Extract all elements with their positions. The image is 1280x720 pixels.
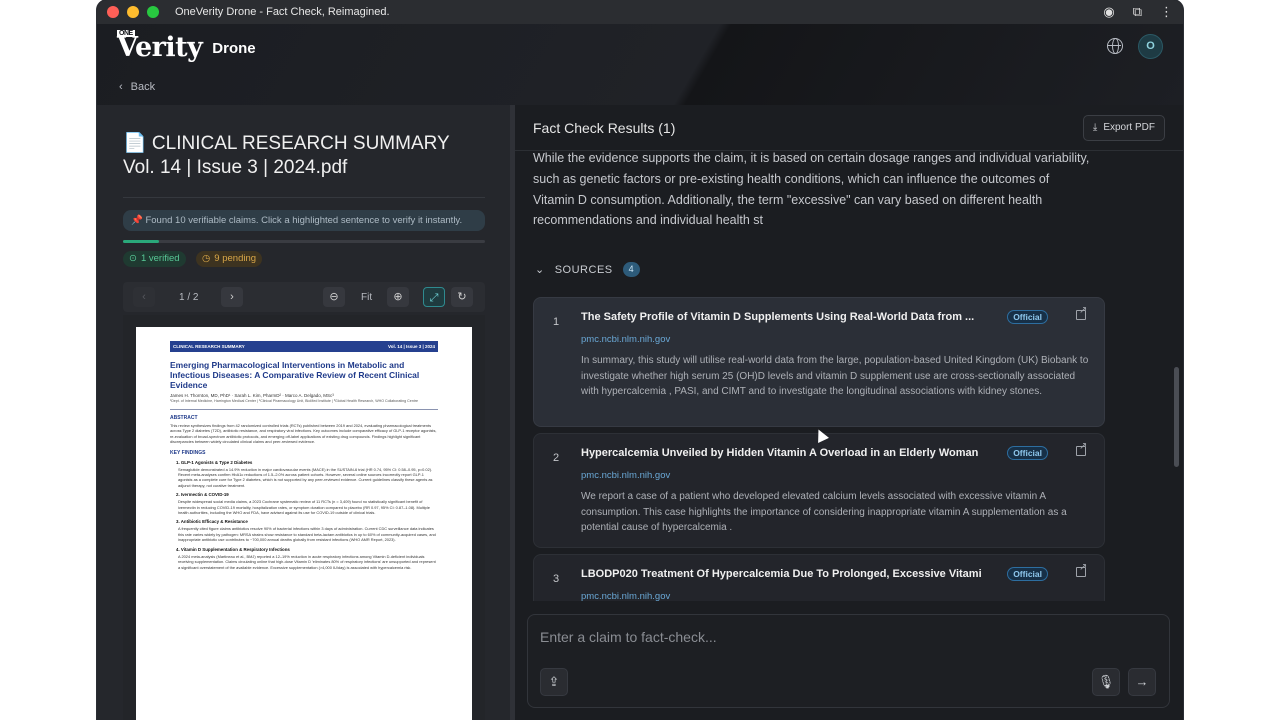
pdf-page[interactable]: CLINICAL RESEARCH SUMMARY Vol. 14 | Issue… [136,327,472,720]
zoom-in-button[interactable]: ⊕ [387,287,409,307]
download-icon: ⤓ [1092,122,1098,133]
pdf-key-findings-heading: KEY FINDINGS [170,449,206,456]
page-indicator: 1 / 2 [179,292,199,303]
sources-toggle[interactable]: ⌄ SOURCES 4 [535,262,640,277]
export-pdf-button[interactable]: ⤓ Export PDF [1082,115,1165,141]
external-link-icon[interactable] [1076,441,1087,456]
results-header: Fact Check Results (1) ⤓ Export PDF [515,105,1183,151]
sources-count-badge: 4 [622,262,640,277]
source-url[interactable]: pmc.ncbi.nlm.nih.gov [581,470,670,481]
mic-icon: 🎙 [1097,674,1115,689]
refresh-icon: ↻ [457,291,467,303]
source-card[interactable]: 1 The Safety Profile of Vitamin D Supple… [533,297,1105,427]
external-link-icon[interactable] [1076,562,1087,577]
source-card[interactable]: 2 Hypercalcemia Unveiled by Hidden Vitam… [533,433,1105,548]
pdf-header-band: CLINICAL RESEARCH SUMMARY Vol. 14 | Issue… [170,341,438,352]
source-number: 1 [553,316,560,328]
results-scrollbar[interactable] [1174,367,1179,467]
divider [123,197,485,198]
pdf-finding-heading: 3. Antibiotic Efficacy & Resistance [176,519,248,525]
expand-icon: ⤢ [429,292,439,304]
claims-found-banner: 📌 Found 10 verifiable claims. Click a hi… [123,210,485,231]
source-number: 2 [553,452,560,464]
fit-button[interactable]: Fit [361,292,372,303]
source-card[interactable]: 3 LBODP020 Treatment Of Hypercalcemia Du… [533,554,1105,601]
source-excerpt: We report a case of a patient who develo… [581,491,1067,533]
source-excerpt: In summary, this study will utilise real… [581,355,1089,397]
results-panel[interactable]: While the evidence supports the claim, i… [515,151,1183,601]
pdf-finding-text[interactable]: A 2024 meta-analysis (Martineau et al., … [170,554,438,570]
source-title[interactable]: Hypercalcemia Unveiled by Hidden Vitamin… [581,447,981,459]
verification-progress [123,240,485,243]
claim-input[interactable] [540,629,1140,645]
pdf-heading: Emerging Pharmacological Interventions i… [170,360,420,390]
external-link-icon[interactable] [1076,305,1087,320]
document-title: 📄 CLINICAL RESEARCH SUMMARY Vol. 14 | Is… [123,133,450,178]
upload-button[interactable]: ⇪ [540,668,568,696]
official-badge: Official [1007,310,1048,324]
zoom-out-icon: ⊖ [329,291,339,303]
pdf-rule [170,409,438,410]
pdf-viewer[interactable]: CLINICAL RESEARCH SUMMARY Vol. 14 | Issue… [123,315,485,720]
pdf-abstract-heading: ABSTRACT [170,415,198,421]
source-title[interactable]: The Safety Profile of Vitamin D Suppleme… [581,311,981,323]
mic-button[interactable]: 🎙 [1092,668,1120,696]
next-page-button[interactable]: › [221,287,243,307]
official-badge: Official [1007,567,1048,581]
pdf-finding-text[interactable]: A frequently cited figure claims antibio… [170,526,438,542]
pdf-finding-text[interactable]: Semaglutide demonstrated a 14.9% reducti… [170,467,438,489]
pending-badge: ◷ 9 pending [196,251,263,267]
pdf-affiliations: ¹Dept. of Internal Medicine, Harrington … [170,399,418,403]
check-circle-icon: ⊙ [129,253,137,264]
refresh-button[interactable]: ↻ [451,287,473,307]
zoom-out-button[interactable]: ⊖ [323,287,345,307]
zoom-in-icon: ⊕ [393,291,403,303]
source-url[interactable]: pmc.ncbi.nlm.nih.gov [581,334,670,345]
send-icon: → [1135,674,1149,689]
prev-page-button[interactable]: ‹ [133,287,155,307]
pdf-abstract: This review synthesizes findings from 42… [170,423,437,445]
pdf-toolbar: ‹ 1 / 2 › ⊖ Fit ⊕ ⤢ ↻ [123,282,485,312]
progress-fill [123,240,160,243]
expand-button[interactable]: ⤢ [423,287,445,307]
claim-composer: ⇪ 🎙 → [527,614,1170,708]
pdf-finding-heading: 4. Vitamin D Supplementation & Respirato… [176,546,290,552]
source-url[interactable]: pmc.ncbi.nlm.nih.gov [581,591,670,601]
upload-icon: ⇪ [548,674,560,689]
send-button[interactable]: → [1128,668,1156,696]
source-title[interactable]: LBODP020 Treatment Of Hypercalcemia Due … [581,568,981,580]
pdf-finding-heading: 1. GLP-1 Agonists & Type 2 Diabetes [176,459,253,465]
result-explanation: While the evidence supports the claim, i… [533,151,1090,228]
pdf-finding-heading: 2. Ivermectin & COVID-19 [176,492,229,498]
clock-icon: ◷ [202,253,211,264]
pdf-finding-text[interactable]: Despite widespread social media claims, … [170,499,438,515]
pdf-authors: James H. Thornton, MD, PhD¹ · Sarah L. K… [170,393,334,398]
results-title: Fact Check Results (1) [533,120,676,136]
official-badge: Official [1007,446,1048,460]
source-number: 3 [553,573,560,585]
verified-badge: ⊙ 1 verified [123,251,186,267]
chevron-down-icon: ⌄ [535,264,545,276]
